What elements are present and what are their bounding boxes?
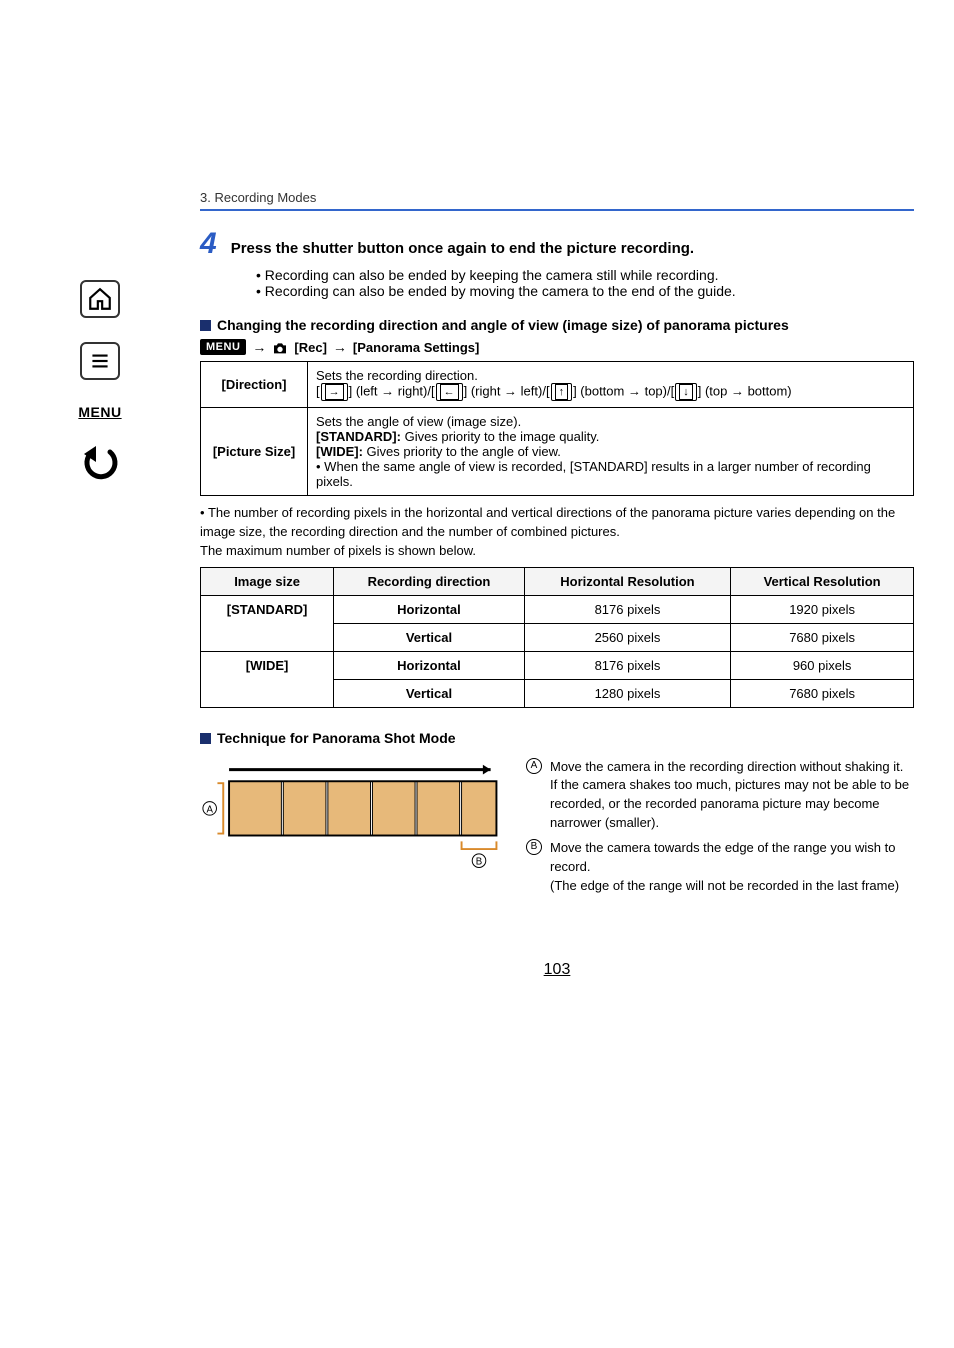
section-heading: Changing the recording direction and ang… [200,317,914,333]
bullet: Recording can also be ended by keeping t… [256,267,914,283]
step-number: 4 [200,229,217,259]
pan-up-icon: ↑ [551,383,573,401]
cell: 2560 pixels [524,623,730,651]
cell: 960 pixels [731,651,914,679]
cell-wide: [WIDE] [201,651,334,707]
arrow-icon: → [333,339,347,355]
contents-button[interactable] [80,342,120,380]
step-instruction: Press the shutter button once again to e… [231,240,694,257]
menu-path: MENU → [Rec] → [Panorama Settings] [200,339,914,355]
square-marker-icon [200,320,211,331]
main-content: 3. Recording Modes 4 Press the shutter b… [200,0,954,1348]
square-marker-icon [200,733,211,744]
panorama-diagram: A B [200,758,510,879]
explain-a2: If the camera shakes too much, pictures … [550,777,909,830]
cell-standard: [STANDARD] [201,595,334,651]
cell: Horizontal [334,651,525,679]
home-icon [87,286,113,312]
col-direction: Recording direction [334,567,525,595]
cell: Horizontal [334,595,525,623]
diagram-explanation: A Move the camera in the recording direc… [526,758,914,902]
section-heading-text: Changing the recording direction and ang… [217,317,789,333]
cell: 7680 pixels [731,679,914,707]
cell: 8176 pixels [524,651,730,679]
list-icon [87,348,113,374]
rec-label: [Rec] [294,340,327,355]
bullet: Recording can also be ended by moving th… [256,283,914,299]
pan-down-icon: ↓ [675,383,697,401]
cell: 1920 pixels [731,595,914,623]
sidebar: MENU [0,0,200,1348]
col-horizontal: Horizontal Resolution [524,567,730,595]
settings-table: [Direction] Sets the recording direction… [200,361,914,496]
direction-label: [Direction] [201,362,308,408]
picture-size-desc: Sets the angle of view (image size). [ST… [308,408,914,496]
col-vertical: Vertical Resolution [731,567,914,595]
direction-desc: Sets the recording direction. [→] (left … [308,362,914,408]
explain-b: Move the camera towards the edge of the … [550,840,895,874]
label-b-icon: B [526,839,542,855]
chapter-heading: 3. Recording Modes [200,190,914,211]
page-number: 103 [200,961,914,979]
pixel-table: Image size Recording direction Horizonta… [200,567,914,708]
pan-right-icon: → [321,383,348,401]
cell: Vertical [334,679,525,707]
cell: 8176 pixels [524,595,730,623]
svg-text:A: A [206,804,213,815]
note-text: The number of recording pixels in the ho… [200,504,914,561]
svg-text:B: B [476,856,482,867]
back-icon [80,444,120,484]
cell: Vertical [334,623,525,651]
arrow-icon: → [252,339,266,355]
panorama-label: [Panorama Settings] [353,340,479,355]
section-heading: Technique for Panorama Shot Mode [200,730,914,746]
section-heading-text: Technique for Panorama Shot Mode [217,730,456,746]
explain-b2: (The edge of the range will not be recor… [550,878,899,893]
step-bullets: Recording can also be ended by keeping t… [256,267,914,299]
menu-badge: MENU [200,339,246,355]
label-a-icon: A [526,758,542,774]
menu-link[interactable]: MENU [78,404,121,420]
pan-left-icon: ← [436,383,463,401]
picture-size-label: [Picture Size] [201,408,308,496]
cell: 7680 pixels [731,623,914,651]
explain-a: Move the camera in the recording directi… [550,759,903,774]
col-image-size: Image size [201,567,334,595]
home-button[interactable] [80,280,120,318]
cell: 1280 pixels [524,679,730,707]
camera-icon [272,339,288,355]
back-button[interactable] [80,444,120,489]
